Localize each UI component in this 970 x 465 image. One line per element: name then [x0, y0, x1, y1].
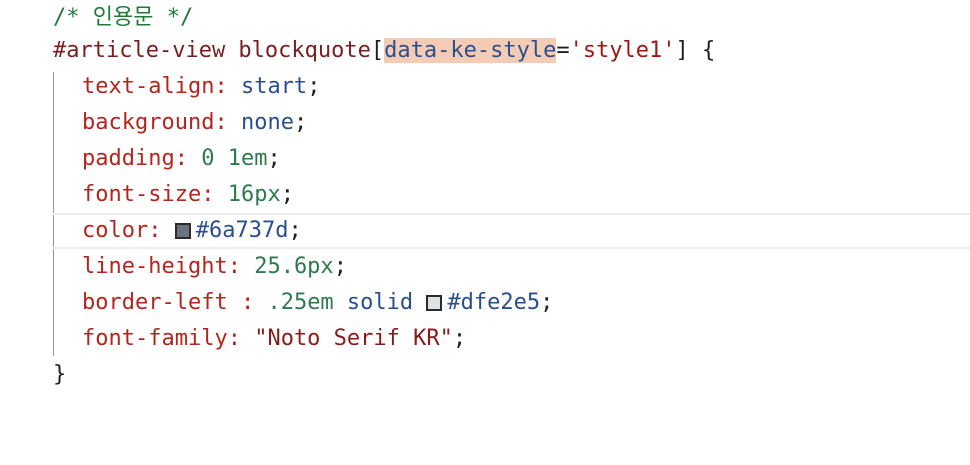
property-name: font-family — [82, 326, 228, 351]
attribute-value: 'style1' — [569, 38, 676, 63]
property-separator: : — [214, 74, 241, 99]
property-separator: : — [148, 218, 175, 243]
declaration-line[interactable]: line-height: 25.6px; — [0, 249, 970, 285]
semicolon: ; — [267, 146, 281, 171]
property-separator: : — [227, 326, 255, 351]
property-separator: : — [174, 146, 202, 171]
declaration-line[interactable]: padding: 0 1em; — [0, 141, 970, 177]
property-name: color — [82, 218, 149, 243]
property-name: text-align — [82, 74, 215, 99]
property-value: start — [240, 74, 308, 99]
property-value: #dfe2e5 — [447, 290, 541, 315]
brace-close: } — [53, 362, 67, 387]
selector-id: #article-view blockquote — [53, 38, 371, 63]
declaration-line[interactable]: border-left : .25em solid #dfe2e5; — [0, 285, 970, 321]
semicolon: ; — [452, 326, 467, 351]
semicolon: ; — [288, 218, 302, 243]
property-name: padding — [82, 146, 175, 171]
property-name: line-height — [82, 254, 228, 279]
declaration-line[interactable]: color: #6a737d; — [0, 213, 970, 249]
property-separator: : — [227, 254, 255, 279]
property-value: #6a737d — [195, 218, 289, 243]
color-swatch[interactable] — [426, 295, 443, 311]
declaration-line[interactable]: text-align: start; — [0, 69, 970, 105]
comment-text: /* 인용문 */ — [53, 5, 194, 30]
declaration-line[interactable]: background: none; — [0, 105, 970, 141]
selector: #article-view blockquote[data-ke-style='… — [53, 33, 715, 69]
property-name: border-left — [82, 290, 228, 315]
semicolon: ; — [307, 74, 321, 99]
code-line-close[interactable]: } — [0, 357, 970, 393]
property-separator: : — [214, 110, 241, 135]
property-name: background — [82, 110, 215, 135]
semicolon: ; — [540, 290, 554, 315]
code-line-comment[interactable]: /* 인용문 */ — [0, 0, 970, 36]
code-line-selector[interactable]: #article-view blockquote[data-ke-style='… — [0, 33, 970, 69]
property-value: 16px — [227, 182, 281, 207]
property-value: 25.6px — [254, 254, 334, 279]
bracket-open: [ — [370, 38, 385, 63]
attribute-name: data-ke-style — [384, 38, 557, 63]
property-name: font-size — [82, 182, 202, 207]
property-value: none — [240, 110, 294, 135]
semicolon: ; — [333, 254, 347, 279]
semicolon: ; — [293, 110, 308, 135]
declaration-line[interactable]: font-size: 16px; — [0, 177, 970, 213]
property-value: "Noto Serif KR" — [254, 326, 453, 351]
color-swatch[interactable] — [174, 223, 191, 239]
semicolon: ; — [280, 182, 294, 207]
property-value-number: .25em — [267, 290, 334, 315]
property-separator: : — [227, 290, 268, 315]
bracket-close: ] — [675, 38, 689, 63]
code-editor[interactable]: /* 인용문 */ #article-view blockquote[data-… — [0, 0, 970, 426]
property-value-keyword: solid — [333, 290, 427, 315]
brace-open: { — [688, 38, 716, 63]
declaration-line[interactable]: font-family: "Noto Serif KR"; — [0, 321, 970, 357]
property-separator: : — [201, 182, 228, 207]
equals-sign: = — [556, 38, 570, 63]
property-value: 0 1em — [201, 146, 268, 171]
